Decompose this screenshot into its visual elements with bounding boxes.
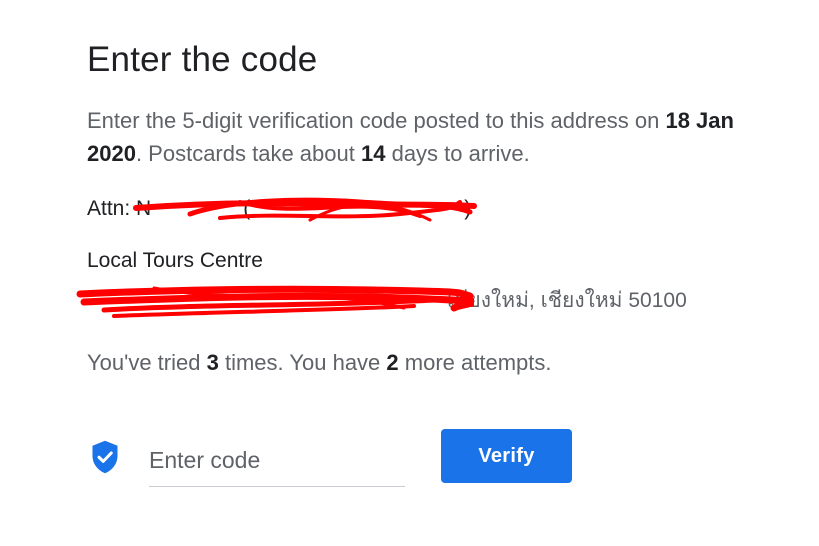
verification-page: Enter the code Enter the 5-digit verific… — [0, 0, 819, 546]
attempts-part1: You've tried — [87, 350, 207, 375]
attempts-remaining-count: 2 — [386, 350, 399, 375]
instructions-part3: days to arrive. — [385, 141, 530, 166]
attn-line: Attn: N () — [87, 197, 471, 221]
attempts-part2: times. You have — [218, 350, 387, 375]
attn-paren-open: ( — [243, 197, 251, 220]
address-line-2-visible: เชียงใหม่, เชียงใหม่ 50100 — [447, 289, 687, 312]
code-input[interactable] — [149, 438, 405, 482]
instructions-part1: Enter the 5-digit verification code post… — [87, 108, 666, 133]
address-redaction-scribble — [76, 285, 474, 318]
delivery-days: 14 — [360, 141, 386, 166]
instructions-part2: . Postcards take about — [135, 141, 361, 166]
verify-button[interactable]: Verify — [441, 429, 572, 483]
business-name: Local Tours Centre — [87, 249, 263, 272]
code-field — [149, 438, 405, 487]
attempts-text: You've tried 3 times. You have 2 more at… — [87, 350, 552, 376]
instructions-text: Enter the 5-digit verification code post… — [87, 104, 747, 170]
attempts-tried-count: 3 — [206, 350, 219, 375]
verified-shield-icon — [92, 440, 118, 474]
attn-paren-close: ) — [464, 197, 472, 220]
attn-prefix: Attn: N — [87, 197, 152, 220]
page-title: Enter the code — [87, 40, 318, 79]
attempts-part3: more attempts. — [398, 350, 552, 375]
